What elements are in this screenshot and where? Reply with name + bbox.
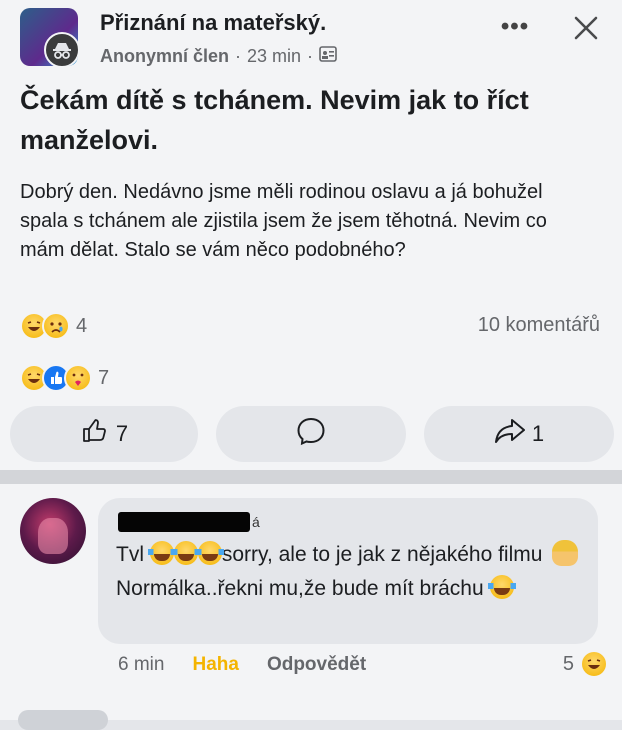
reaction-summary-secondary[interactable]: 7 [20, 364, 109, 392]
next-comment-peek [18, 710, 108, 730]
sad-emoji [42, 312, 70, 340]
like-count: 7 [115, 421, 129, 446]
post-meta: Anonymní člen · 23 min · [100, 45, 337, 68]
tears-of-joy-emoji [487, 575, 516, 599]
group-avatar[interactable] [20, 8, 78, 66]
tears-of-joy-emoji [171, 541, 200, 565]
comment-reaction-count[interactable]: 5 [563, 650, 608, 678]
comment-time[interactable]: 6 min [118, 654, 164, 676]
post-title: Čekám dítě s tchánem. Nevim jak to říct … [20, 85, 529, 155]
comment-text-2: sorry, ale to je jak z nějakého filmu [221, 543, 543, 566]
reaction-count-2: 7 [98, 366, 110, 389]
group-name[interactable]: Přiznání na mateřský. [100, 10, 326, 36]
comments-count[interactable]: 10 komentářů [478, 314, 600, 337]
comment-meta: 6 min Haha Odpovědět [118, 654, 366, 676]
tears-of-joy-emoji [195, 541, 224, 565]
author-name[interactable]: Anonymní člen [100, 46, 229, 67]
reaction-count: 4 [76, 314, 88, 337]
comment-button[interactable] [216, 406, 406, 462]
reaction-summary[interactable]: 4 [20, 312, 87, 340]
comment-bubble[interactable]: á Tvl sorry, ale to je jak z nějakého fi… [98, 498, 598, 644]
facepalm-emoji [552, 540, 579, 566]
comment-text: Tvl sorry, ale to je jak z nějakého film… [116, 538, 586, 606]
share-button[interactable]: 1 [424, 406, 614, 462]
close-icon[interactable] [566, 8, 606, 48]
tears-of-joy-emoji [147, 541, 176, 565]
haha-reaction-button[interactable]: Haha [192, 654, 238, 676]
haha-emoji-comment [580, 650, 608, 678]
comment-text-3: Normálka..řekni mu,že bude mít bráchu [116, 577, 484, 600]
anonymous-icon [44, 32, 78, 66]
section-divider [0, 470, 622, 484]
comment-reaction-number: 5 [562, 652, 574, 675]
share-icon [494, 416, 526, 452]
share-count: 1 [531, 421, 545, 446]
post-time[interactable]: 23 min [247, 46, 301, 67]
reply-button[interactable]: Odpovědět [267, 654, 366, 676]
post-card: Přiznání na mateřský. Anonymní člen · 23… [0, 0, 622, 470]
group-privacy-icon [319, 45, 337, 68]
meta-separator-2: · [307, 46, 314, 66]
like-icon [80, 416, 110, 452]
more-icon[interactable]: ••• [498, 12, 532, 42]
redacted-name [118, 512, 250, 532]
name-tail: á [252, 514, 260, 530]
commenter-avatar[interactable] [20, 498, 86, 564]
care-emoji [64, 364, 92, 392]
comment-icon [295, 415, 327, 453]
post-body: Dobrý den. Nedávno jsme měli rodinou osl… [20, 181, 547, 261]
comment-text-1: Tvl [116, 543, 144, 566]
meta-separator: · [235, 46, 242, 66]
like-button[interactable]: 7 [10, 406, 198, 462]
comment-section: á Tvl sorry, ale to je jak z nějakého fi… [0, 484, 622, 730]
